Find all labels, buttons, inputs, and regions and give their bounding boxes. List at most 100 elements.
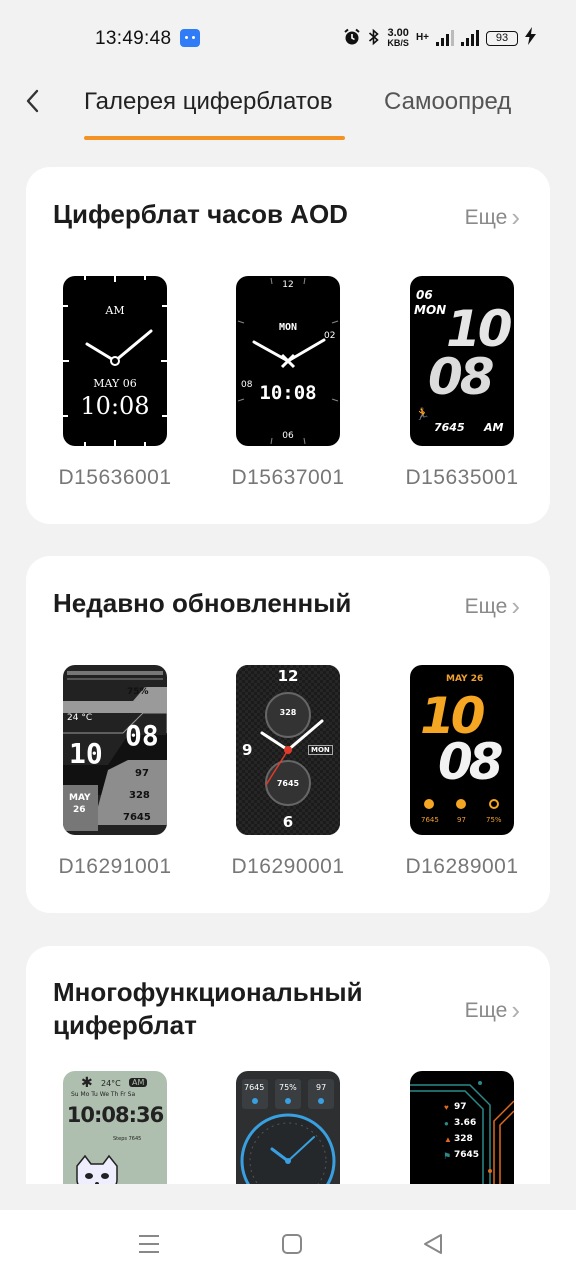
face-steps: 7645 bbox=[421, 816, 439, 824]
watch-face-thumbnail[interactable]: 06 MON 10 08 🏃 7645 AM bbox=[410, 276, 514, 446]
back-icon[interactable] bbox=[421, 1232, 445, 1261]
chevron-right-icon: › bbox=[511, 202, 520, 232]
face-steps: 7645 bbox=[123, 812, 151, 823]
face-day: MON bbox=[414, 303, 447, 317]
watch-face-thumbnail[interactable]: 75% 24 °C 10 08 97 MAY 26 328 7645 bbox=[63, 665, 167, 835]
face-time: 10:08 bbox=[80, 392, 150, 420]
face-steps: 7645 bbox=[244, 1083, 265, 1092]
heart-icon bbox=[456, 799, 466, 809]
face-numeral-9: 9 bbox=[242, 741, 253, 759]
status-bar: 13:49:48 3.00 KB/S H+ 93 bbox=[0, 0, 576, 72]
chevron-right-icon: › bbox=[511, 995, 520, 1025]
face-minute: 08 bbox=[438, 733, 504, 791]
face-battery: 75% bbox=[127, 687, 149, 697]
bluetooth-icon bbox=[368, 28, 380, 49]
home-icon[interactable] bbox=[280, 1232, 304, 1261]
snowflake-icon: ✱ bbox=[81, 1074, 93, 1090]
more-label: Еще bbox=[464, 998, 508, 1022]
more-label: Еще bbox=[464, 205, 508, 229]
section-title: Циферблат часов AOD bbox=[53, 199, 348, 229]
face-temp: 24°C bbox=[101, 1079, 121, 1088]
network-speed: 3.00 KB/S bbox=[387, 28, 409, 48]
status-time: 13:49:48 bbox=[95, 28, 172, 49]
section-card-multifunction: Многофункциональный циферблат Еще › ✱ 24… bbox=[26, 946, 550, 1184]
watch-face-thumbnail[interactable]: MAY 26 10 08 7645 97 75% bbox=[410, 665, 514, 835]
system-navigation-bar bbox=[0, 1210, 576, 1280]
back-arrow-icon[interactable] bbox=[20, 86, 50, 116]
charging-icon bbox=[525, 26, 536, 50]
watch-face-id: D16289001 bbox=[405, 855, 519, 878]
face-ampm: AM bbox=[129, 1078, 148, 1087]
watch-face-id: D16291001 bbox=[58, 855, 172, 878]
face-time: 10:08 bbox=[259, 382, 317, 404]
section-title: Многофункциональный циферблат bbox=[53, 977, 363, 1040]
face-distance: 3.66 bbox=[454, 1118, 477, 1128]
face-minute: 08 bbox=[125, 719, 159, 752]
face-time: 10:08:36 bbox=[66, 1103, 164, 1127]
tab-watch-face-gallery[interactable]: Галерея циферблатов bbox=[84, 88, 333, 116]
watch-face-thumbnail[interactable]: ✱ 24°C AM Su Mo Tu We Th Fr Sa 10:08:36 … bbox=[63, 1071, 167, 1184]
face-ampm: AM bbox=[105, 304, 125, 317]
face-heart: 97 bbox=[316, 1083, 327, 1092]
face-subdial-top: 328 bbox=[279, 708, 297, 717]
face-calories: 328 bbox=[454, 1134, 473, 1144]
face-ampm: AM bbox=[484, 421, 504, 434]
face-day: MON bbox=[308, 745, 333, 755]
face-steps: 7645 bbox=[454, 1150, 480, 1160]
run-icon: 🏃 bbox=[415, 407, 430, 421]
more-button[interactable]: Еще › bbox=[465, 202, 520, 233]
face-numeral-12: 12 bbox=[277, 667, 299, 685]
heart-icon: ♥ bbox=[444, 1103, 449, 1112]
face-calories: 328 bbox=[129, 790, 150, 801]
chevron-right-icon: › bbox=[511, 591, 520, 621]
watch-face-thumbnail[interactable]: AM MAY 06 10:08 bbox=[63, 276, 167, 446]
face-battery: 75% bbox=[279, 1083, 297, 1092]
face-temp: 24 °C bbox=[67, 713, 93, 723]
signal-icon bbox=[436, 30, 454, 46]
face-date: MAY 26 bbox=[446, 674, 484, 684]
top-tab-bar: Галерея циферблатов Самоопред bbox=[0, 72, 576, 142]
watch-face-thumbnail[interactable]: 7645 75% 97 bbox=[236, 1071, 340, 1184]
network-speed-unit: KB/S bbox=[387, 38, 409, 48]
face-heart: 97 bbox=[454, 1102, 467, 1112]
face-minute: 08 bbox=[428, 348, 495, 406]
face-month: MAY bbox=[69, 793, 91, 803]
section-card-aod: Циферблат часов AOD Еще › AM MAY 06 10:0… bbox=[26, 167, 550, 524]
watch-face-id: D16290001 bbox=[231, 855, 345, 878]
section-title: Недавно обновленный bbox=[53, 588, 352, 618]
face-steps-label: Steps 7645 bbox=[113, 1136, 142, 1142]
watch-face-thumbnail[interactable]: ♥ 97 ● 3.66 ▲ 328 ⚑ 7645 bbox=[410, 1071, 514, 1184]
watch-face-thumbnail[interactable]: 12 328 9 MON 7645 6 bbox=[236, 665, 340, 835]
battery-icon: 93 bbox=[486, 30, 518, 46]
section-card-recent: Недавно обновленный Еще › 75% 24 °C 10 0… bbox=[26, 556, 550, 913]
raccoon-illustration bbox=[76, 1154, 118, 1184]
face-date: MAY 06 bbox=[93, 377, 137, 390]
face-subdial-bottom: 7645 bbox=[276, 779, 300, 788]
more-button[interactable]: Еще › bbox=[465, 591, 520, 622]
face-numeral-12: 12 bbox=[282, 280, 294, 290]
network-type: H+ bbox=[415, 32, 429, 43]
face-date: 06 bbox=[416, 288, 433, 302]
face-steps: 7645 bbox=[434, 421, 465, 434]
run-icon: ⚑ bbox=[443, 1151, 452, 1161]
watch-face-thumbnail[interactable]: 12 MON 02 08 10:08 06 bbox=[236, 276, 340, 446]
more-button[interactable]: Еще › bbox=[465, 995, 520, 1026]
location-icon: ● bbox=[444, 1119, 449, 1128]
face-numeral-02: 02 bbox=[324, 331, 336, 341]
signal-icon bbox=[461, 30, 479, 46]
watch-face-id: D15635001 bbox=[405, 466, 519, 489]
face-heart: 97 bbox=[135, 768, 149, 779]
steps-icon bbox=[424, 799, 434, 809]
menu-icon[interactable] bbox=[137, 1232, 161, 1261]
face-heart: 97 bbox=[457, 816, 466, 824]
flame-icon: ▲ bbox=[444, 1135, 452, 1144]
battery-icon bbox=[489, 799, 499, 809]
active-tab-indicator bbox=[84, 136, 345, 140]
face-hour: 10 bbox=[69, 737, 103, 770]
status-icons: 3.00 KB/S H+ 93 bbox=[343, 26, 536, 50]
watch-face-id: D15637001 bbox=[231, 466, 345, 489]
face-numeral-6: 6 bbox=[282, 813, 294, 831]
tab-custom[interactable]: Самоопред bbox=[384, 88, 512, 116]
more-label: Еще bbox=[464, 594, 508, 618]
alarm-icon bbox=[343, 28, 361, 49]
